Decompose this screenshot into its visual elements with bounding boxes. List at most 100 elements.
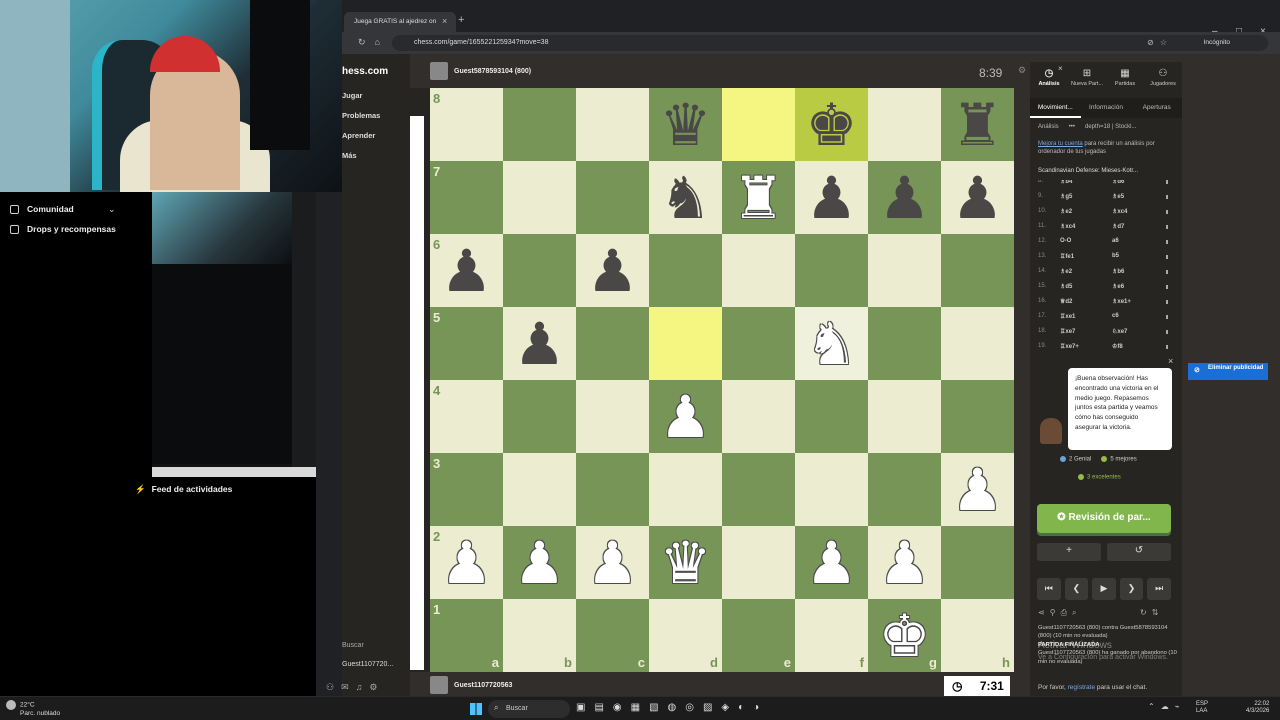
move-row[interactable]: 16. ♕d2 ♗xe1+ — [1030, 294, 1170, 309]
square-e7[interactable]: ♜ — [722, 161, 795, 234]
square-a6[interactable]: 6 ♟ — [430, 234, 503, 307]
square-b5[interactable]: ♟ — [503, 307, 576, 380]
square-c2[interactable]: ♟ — [576, 526, 649, 599]
black-move[interactable]: ♘xe7 — [1112, 328, 1127, 335]
square-e3[interactable] — [722, 453, 795, 526]
square-h8[interactable]: ♜ — [941, 88, 1014, 161]
square-f7[interactable]: ♟ — [795, 161, 868, 234]
language-indicator[interactable]: ESP LAA — [1196, 701, 1208, 715]
square-c1[interactable]: c — [576, 599, 649, 672]
community-item[interactable]: Comunidad — [10, 204, 74, 214]
square-f3[interactable] — [795, 453, 868, 526]
site-search[interactable]: Buscar — [342, 642, 364, 649]
square-h5[interactable] — [941, 307, 1014, 380]
move-row[interactable]: 17. ♖xe1 c6 — [1030, 309, 1170, 324]
square-f1[interactable]: f — [795, 599, 868, 672]
next-move-button[interactable]: ❯ — [1119, 578, 1144, 600]
square-e1[interactable]: e — [722, 599, 795, 672]
rematch-button[interactable]: ↺ — [1107, 543, 1171, 561]
white-pawn-piece[interactable]: ♟ — [441, 534, 493, 592]
subtab-moves[interactable]: Movimient... — [1030, 98, 1081, 118]
white-move[interactable]: ♗g5 — [1060, 193, 1072, 200]
move-row[interactable]: 15. ♗d5 ♗e6 — [1030, 279, 1170, 294]
square-g1[interactable]: g ♚ — [868, 599, 941, 672]
square-g2[interactable]: ♟ — [868, 526, 941, 599]
black-move[interactable]: a6 — [1112, 238, 1119, 244]
white-pawn-piece[interactable]: ♟ — [660, 388, 712, 446]
black-move[interactable]: ♗d6 — [1112, 180, 1124, 185]
square-f5[interactable]: ♞ — [795, 307, 868, 380]
analysis-toggle[interactable]: Análisis — [1038, 124, 1059, 130]
square-h6[interactable] — [941, 234, 1014, 307]
activity-feed[interactable]: ⚡ Feed de actividades — [135, 484, 232, 495]
square-g8[interactable] — [868, 88, 941, 161]
square-g3[interactable] — [868, 453, 941, 526]
url-field[interactable]: chess.com/game/165522125934?move=38 ⊘☆ I… — [392, 35, 1268, 51]
square-g5[interactable] — [868, 307, 941, 380]
white-move[interactable]: ♖fe1 — [1060, 253, 1074, 260]
site-user[interactable]: Guest1107720... — [342, 661, 393, 668]
square-f6[interactable] — [795, 234, 868, 307]
more-icon[interactable]: ••• — [1069, 124, 1075, 130]
black-knight-piece[interactable]: ♞ — [660, 169, 712, 227]
black-move[interactable]: ♗e6 — [1112, 283, 1124, 290]
black-king-piece[interactable]: ♚ — [806, 96, 858, 154]
square-a1[interactable]: 1a — [430, 599, 503, 672]
black-move[interactable]: c6 — [1112, 313, 1119, 319]
square-b4[interactable] — [503, 380, 576, 453]
square-c3[interactable] — [576, 453, 649, 526]
black-move[interactable]: ♗e5 — [1112, 193, 1124, 200]
square-c6[interactable]: ♟ — [576, 234, 649, 307]
square-f4[interactable] — [795, 380, 868, 453]
white-move[interactable]: ♗e2 — [1060, 268, 1072, 275]
white-pawn-piece[interactable]: ♟ — [806, 534, 858, 592]
move-row[interactable]: 10. ♗e2 ♗xc4 — [1030, 204, 1170, 219]
square-f8[interactable]: ♚ — [795, 88, 868, 161]
black-move[interactable]: ♗d7 — [1112, 223, 1124, 230]
square-h1[interactable]: h — [941, 599, 1014, 672]
square-d1[interactable]: d — [649, 599, 722, 672]
close-icon[interactable]: × — [1168, 356, 1173, 366]
upgrade-link[interactable]: Mejora tu cuenta — [1038, 141, 1083, 147]
white-pawn-piece[interactable]: ♟ — [952, 461, 1004, 519]
subtab-openings[interactable]: Aperturas — [1131, 98, 1182, 118]
square-d5[interactable] — [649, 307, 722, 380]
square-a8[interactable]: 8 — [430, 88, 503, 161]
black-pawn-piece[interactable]: ♟ — [879, 169, 931, 227]
square-h7[interactable]: ♟ — [941, 161, 1014, 234]
move-row[interactable]: 12. O-O a6 — [1030, 234, 1170, 249]
square-e5[interactable] — [722, 307, 795, 380]
white-queen-piece[interactable]: ♛ — [660, 534, 712, 592]
white-move[interactable]: ♖xe7 — [1060, 328, 1075, 335]
weather-widget[interactable]: 22°C Parc. nublado — [6, 700, 60, 718]
subtab-info[interactable]: Información — [1081, 98, 1132, 118]
square-b8[interactable] — [503, 88, 576, 161]
nav-more[interactable]: Más — [342, 151, 357, 160]
incognito-label[interactable]: Incógnito — [1204, 39, 1230, 46]
remove-ads-button[interactable]: ⊘ Eliminar publicidad — [1188, 363, 1268, 380]
square-d6[interactable] — [649, 234, 722, 307]
white-king-piece[interactable]: ♚ — [879, 607, 931, 665]
move-row[interactable]: 8. ♗b4 ♗d6 — [1030, 180, 1170, 189]
new-tab-icon[interactable]: + — [458, 14, 464, 26]
nav-play[interactable]: Jugar — [342, 91, 362, 100]
square-a4[interactable]: 4 — [430, 380, 503, 453]
system-tray[interactable]: ⌃☁⌁ — [1148, 702, 1186, 711]
square-a2[interactable]: 2 ♟ — [430, 526, 503, 599]
star-icon[interactable]: ⊘☆ — [1147, 38, 1173, 47]
game-review-button[interactable]: ✪ Revisión de par... — [1037, 504, 1171, 533]
square-h3[interactable]: ♟ — [941, 453, 1014, 526]
taskbar-search[interactable]: ⌕ Buscar — [488, 700, 570, 718]
taskbar-apps[interactable]: ▣▤◉▦▧◍◎▨◈◐◑ — [576, 702, 768, 713]
white-move[interactable]: O-O — [1060, 238, 1071, 244]
black-pawn-piece[interactable]: ♟ — [806, 169, 858, 227]
register-link[interactable]: regístrate — [1068, 684, 1095, 691]
first-move-button[interactable]: ⏮ — [1037, 578, 1061, 600]
square-c8[interactable] — [576, 88, 649, 161]
square-d2[interactable]: ♛ — [649, 526, 722, 599]
black-move[interactable]: ♗xc4 — [1112, 208, 1127, 215]
windows-start-icon[interactable] — [470, 703, 482, 715]
move-row[interactable]: 18. ♖xe7 ♘xe7 — [1030, 324, 1170, 339]
black-pawn-piece[interactable]: ♟ — [587, 242, 639, 300]
white-move[interactable]: ♗d5 — [1060, 283, 1072, 290]
